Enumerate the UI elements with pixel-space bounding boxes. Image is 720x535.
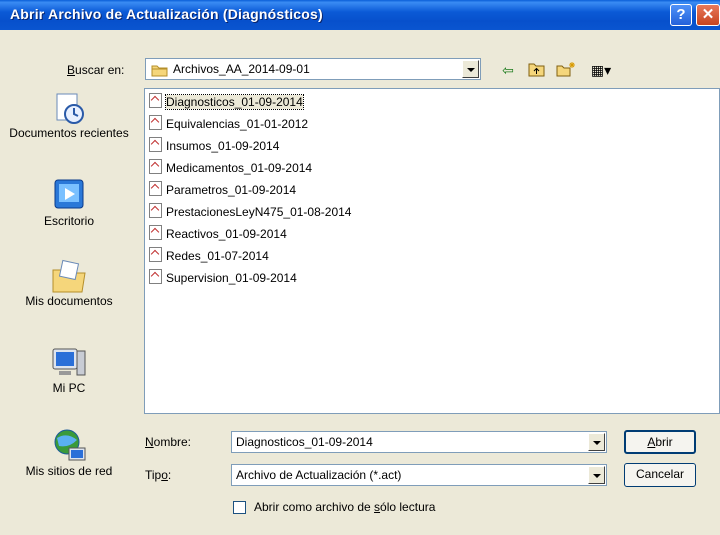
list-item[interactable]: PrestacionesLeyN475_01-08-2014 bbox=[149, 203, 351, 221]
list-item[interactable]: Diagnosticos_01-09-2014 bbox=[149, 93, 304, 111]
open-button[interactable]: Abrir bbox=[624, 430, 696, 454]
place-network[interactable]: Mis sitios de red bbox=[6, 426, 132, 478]
filetype-select[interactable]: Archivo de Actualización (*.act) bbox=[231, 464, 607, 486]
filename-label: Nombre: bbox=[145, 435, 192, 449]
act-file-icon bbox=[149, 93, 162, 108]
close-button[interactable]: ✕ bbox=[696, 4, 720, 26]
close-icon: ✕ bbox=[701, 6, 715, 23]
act-file-icon bbox=[149, 115, 162, 130]
filename-input[interactable]: Diagnosticos_01-09-2014 bbox=[231, 431, 607, 453]
list-item[interactable]: Parametros_01-09-2014 bbox=[149, 181, 296, 199]
place-label: Escritorio bbox=[43, 214, 94, 228]
act-file-icon bbox=[149, 203, 162, 218]
place-my-documents[interactable]: Mis documentos bbox=[6, 256, 132, 308]
new-folder-icon[interactable] bbox=[556, 61, 576, 79]
chevron-down-icon[interactable] bbox=[588, 466, 605, 484]
chevron-down-icon[interactable] bbox=[588, 433, 605, 451]
act-file-icon bbox=[149, 225, 162, 240]
views-menu-icon[interactable]: ▦▾ bbox=[586, 61, 616, 79]
file-list[interactable]: Diagnosticos_01-09-2014 Equivalencias_01… bbox=[144, 88, 720, 414]
window-title: Abrir Archivo de Actualización (Diagnóst… bbox=[10, 6, 323, 22]
place-label: Mi PC bbox=[52, 381, 86, 395]
list-item[interactable]: Supervision_01-09-2014 bbox=[149, 269, 297, 287]
list-item[interactable]: Insumos_01-09-2014 bbox=[149, 137, 279, 155]
lookin-value: Archivos_AA_2014-09-01 bbox=[173, 62, 310, 76]
place-recent-documents[interactable]: Documentos recientes bbox=[6, 88, 132, 140]
title-bar[interactable]: Abrir Archivo de Actualización (Diagnóst… bbox=[0, 0, 720, 30]
list-item[interactable]: Equivalencias_01-01-2012 bbox=[149, 115, 308, 133]
filetype-label: Tipo: bbox=[145, 468, 172, 482]
list-item[interactable]: Reactivos_01-09-2014 bbox=[149, 225, 287, 243]
act-file-icon bbox=[149, 181, 162, 196]
places-bar: Documentos recientes Escritorio Mis docu… bbox=[6, 88, 132, 488]
place-label: Mis sitios de red bbox=[25, 464, 113, 478]
my-documents-icon bbox=[49, 256, 89, 293]
folder-icon bbox=[151, 65, 168, 77]
up-folder-icon[interactable] bbox=[527, 61, 547, 79]
lookin-select[interactable]: Archivos_AA_2014-09-01 bbox=[145, 58, 481, 80]
back-icon[interactable]: ⇦ bbox=[498, 61, 518, 79]
act-file-icon bbox=[149, 247, 162, 262]
cancel-button[interactable]: Cancelar bbox=[624, 463, 696, 487]
list-item[interactable]: Medicamentos_01-09-2014 bbox=[149, 159, 312, 177]
help-icon: ? bbox=[676, 6, 686, 23]
filename-value: Diagnosticos_01-09-2014 bbox=[236, 435, 373, 449]
place-label: Documentos recientes bbox=[9, 126, 129, 140]
act-file-icon bbox=[149, 269, 162, 284]
readonly-label: Abrir como archivo de sólo lectura bbox=[254, 500, 436, 514]
recent-documents-icon bbox=[49, 88, 89, 124]
readonly-checkbox[interactable] bbox=[233, 501, 246, 514]
help-button[interactable]: ? bbox=[670, 4, 692, 26]
my-computer-icon bbox=[49, 343, 89, 379]
filetype-value: Archivo de Actualización (*.act) bbox=[236, 468, 402, 482]
chevron-down-icon[interactable] bbox=[462, 60, 479, 78]
network-places-icon bbox=[49, 426, 89, 462]
place-label: Mis documentos bbox=[25, 294, 113, 308]
act-file-icon bbox=[149, 159, 162, 174]
desktop-icon bbox=[49, 176, 89, 212]
place-desktop[interactable]: Escritorio bbox=[6, 176, 132, 228]
list-item[interactable]: Redes_01-07-2014 bbox=[149, 247, 269, 265]
act-file-icon bbox=[149, 137, 162, 152]
place-my-computer[interactable]: Mi PC bbox=[6, 343, 132, 395]
lookin-label: Buscar en: bbox=[67, 63, 125, 77]
